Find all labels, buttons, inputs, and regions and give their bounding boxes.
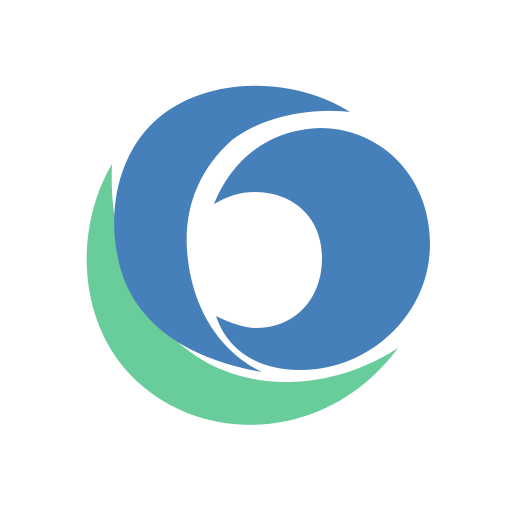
circular-swirl-logo-icon (86, 85, 430, 425)
inner-blue-ring-shape (214, 128, 430, 370)
logo-canvas (0, 0, 512, 512)
